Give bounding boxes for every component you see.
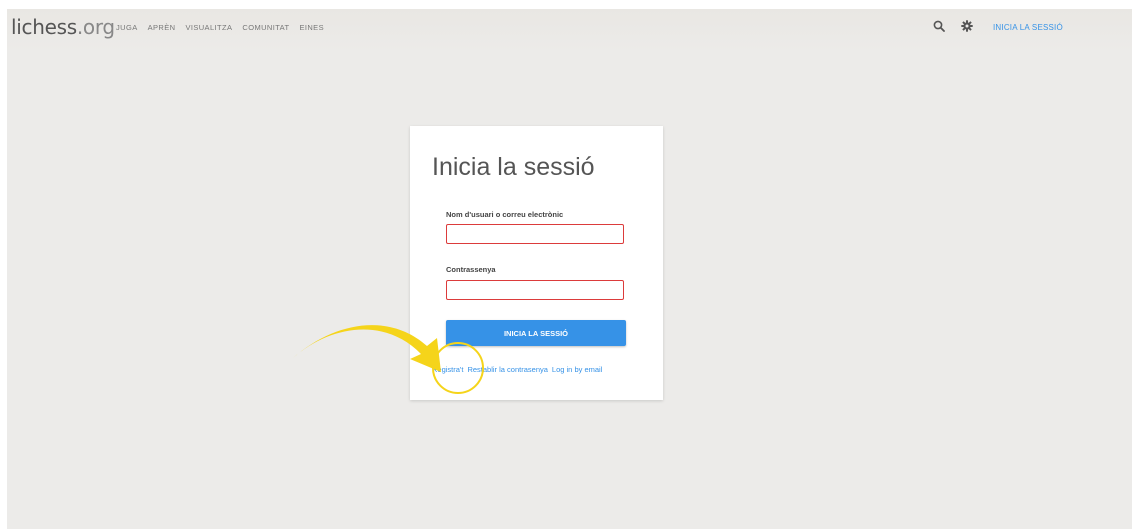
page-title: Inicia la sessió bbox=[432, 153, 595, 181]
annotation-circle bbox=[432, 342, 484, 394]
main-nav: JUGA APRÈN VISUALITZA COMUNITAT EINES bbox=[116, 23, 324, 32]
search-icon[interactable] bbox=[933, 20, 945, 32]
signin-submit-button[interactable]: INICIA LA SESSIÓ bbox=[446, 320, 626, 346]
logo-tld: .org bbox=[76, 15, 115, 39]
gear-icon[interactable] bbox=[961, 20, 973, 32]
password-field[interactable] bbox=[446, 280, 624, 300]
password-label: Contrassenya bbox=[446, 265, 496, 274]
nav-item-play[interactable]: JUGA bbox=[116, 23, 138, 32]
annotation-arrow bbox=[293, 325, 441, 372]
nav-item-tools[interactable]: EINES bbox=[299, 23, 324, 32]
nav-item-watch[interactable]: VISUALITZA bbox=[185, 23, 232, 32]
username-label: Nom d'usuari o correu electrònic bbox=[446, 210, 564, 219]
username-field[interactable] bbox=[446, 224, 624, 244]
site-logo[interactable]: lichess.org bbox=[11, 15, 115, 39]
header-signin-link[interactable]: INICIA LA SESSIÓ bbox=[993, 23, 1063, 32]
site-header: lichess.org JUGA APRÈN VISUALITZA COMUNI… bbox=[7, 9, 1132, 51]
email-login-link[interactable]: Log in by email bbox=[552, 365, 602, 374]
page: lichess.org JUGA APRÈN VISUALITZA COMUNI… bbox=[7, 9, 1132, 529]
nav-item-community[interactable]: COMUNITAT bbox=[242, 23, 289, 32]
nav-item-learn[interactable]: APRÈN bbox=[148, 23, 176, 32]
logo-main: lichess bbox=[11, 15, 77, 39]
